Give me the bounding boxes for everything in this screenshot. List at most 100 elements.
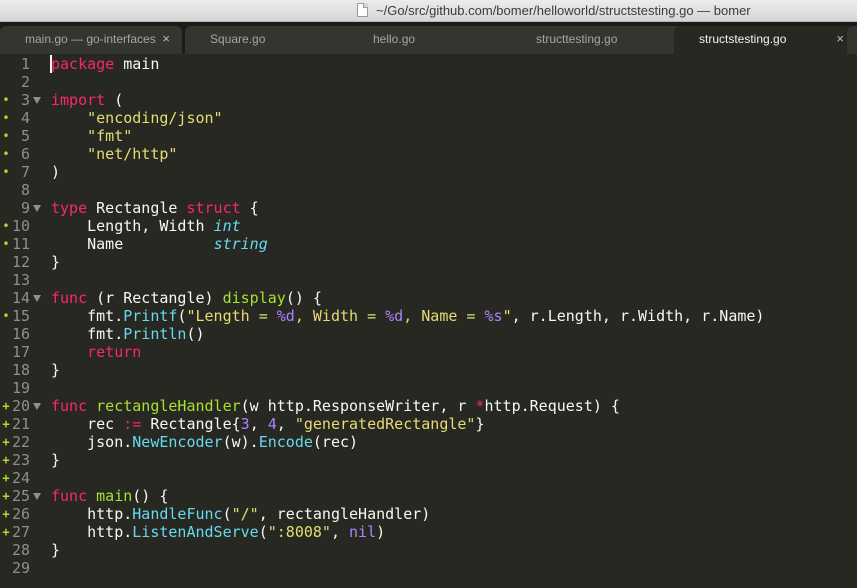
tab-label: main.go — go-interfaces xyxy=(25,32,156,46)
code-editor[interactable]: 1 package main 2 • 3 import (• 4 "encoding/jso… xyxy=(0,54,857,588)
code-text: } xyxy=(51,361,61,379)
line-number: 19 xyxy=(11,379,30,397)
line-number: 15 xyxy=(11,307,30,325)
tab-label: structstesting.go xyxy=(699,32,787,46)
tab-label: Square.go xyxy=(210,32,266,46)
tab-structtesting-go[interactable]: structtesting.go × xyxy=(511,26,693,54)
code-text: "fmt" xyxy=(87,127,133,145)
tab-label: structtesting.go xyxy=(536,32,618,46)
line-number: 18 xyxy=(11,361,30,379)
line-number: 28 xyxy=(11,541,30,559)
window-title: ~/Go/src/github.com/bomer/helloworld/str… xyxy=(376,3,751,18)
code-text: http.ListenAndServe(":8008", nil) xyxy=(51,523,386,541)
tab-close-icon[interactable]: × xyxy=(836,26,844,52)
tab-structstesting-go[interactable]: structstesting.go × xyxy=(674,26,856,54)
line-number: 23 xyxy=(11,451,30,469)
line-number: 12 xyxy=(11,253,30,271)
code-line[interactable]: +26 http.HandleFunc("/", rectangleHandle… xyxy=(0,505,857,523)
code-line[interactable]: 19 xyxy=(0,379,857,397)
fold-arrow-icon[interactable] xyxy=(33,403,41,410)
code-text: Name string xyxy=(51,235,268,253)
line-number: 20 xyxy=(11,397,30,415)
line-number: 27 xyxy=(11,523,30,541)
tab-hello-go[interactable]: hello.go × xyxy=(348,26,530,54)
code-line[interactable]: • 11 Name string xyxy=(0,235,857,253)
code-line[interactable]: 13 xyxy=(0,271,857,289)
code-line[interactable]: 8 xyxy=(0,181,857,199)
code-line[interactable]: • 7) xyxy=(0,163,857,181)
line-number: 7 xyxy=(20,163,30,181)
code-line[interactable]: 12} xyxy=(0,253,857,271)
code-line[interactable]: +27 http.ListenAndServe(":8008", nil) xyxy=(0,523,857,541)
code-line[interactable]: • 3 import ( xyxy=(0,91,857,109)
code-line[interactable]: • 10 Length, Width int xyxy=(0,217,857,235)
line-number: 24 xyxy=(11,469,30,487)
line-number: 16 xyxy=(11,325,30,343)
code-line[interactable]: 9 type Rectangle struct { xyxy=(0,199,857,217)
text-cursor xyxy=(50,55,52,73)
code-line[interactable]: 17 return xyxy=(0,343,857,361)
line-number: 3 xyxy=(20,91,30,109)
line-number: 4 xyxy=(20,109,30,127)
fold-arrow-icon[interactable] xyxy=(33,97,41,104)
code-line[interactable]: 2 xyxy=(0,73,857,91)
code-text: fmt.Printf("Length = %d, Width = %d, Nam… xyxy=(51,307,765,325)
code-line[interactable]: • 4 "encoding/json" xyxy=(0,109,857,127)
code-line[interactable]: +20 func rectangleHandler(w http.Response… xyxy=(0,397,857,415)
code-line[interactable]: • 6 "net/http" xyxy=(0,145,857,163)
code-line[interactable]: 18} xyxy=(0,361,857,379)
code-text: ) xyxy=(51,163,61,181)
tab-main-go[interactable]: main.go — go-interfaces × xyxy=(0,26,182,54)
line-number: 14 xyxy=(11,289,30,307)
code-text: func main() { xyxy=(51,487,169,505)
code-line[interactable]: 29 xyxy=(0,559,857,577)
line-number: 26 xyxy=(11,505,30,523)
line-number: 11 xyxy=(11,235,30,253)
code-line[interactable]: +22 json.NewEncoder(w).Encode(rec) xyxy=(0,433,857,451)
line-number: 13 xyxy=(11,271,30,289)
fold-arrow-icon[interactable] xyxy=(33,493,41,500)
code-line[interactable]: +24 xyxy=(0,469,857,487)
code-line[interactable]: +25 func main() { xyxy=(0,487,857,505)
code-line[interactable]: +21 rec := Rectangle{3, 4, "generatedRec… xyxy=(0,415,857,433)
fold-arrow-icon[interactable] xyxy=(33,205,41,212)
line-number: 1 xyxy=(20,55,30,73)
code-text: import ( xyxy=(51,91,124,109)
line-number: 17 xyxy=(11,343,30,361)
line-number: 6 xyxy=(20,145,30,163)
tab-square-go[interactable]: Square.go × xyxy=(185,26,367,54)
line-number: 29 xyxy=(11,559,30,577)
line-number: 9 xyxy=(20,199,30,217)
code-text: "net/http" xyxy=(87,145,178,163)
code-line[interactable]: 14 func (r Rectangle) display() { xyxy=(0,289,857,307)
fold-arrow-icon[interactable] xyxy=(33,295,41,302)
line-number: 10 xyxy=(11,217,30,235)
line-number: 8 xyxy=(20,181,30,199)
line-number: 5 xyxy=(20,127,30,145)
code-line[interactable]: • 15 fmt.Printf("Length = %d, Width = %d,… xyxy=(0,307,857,325)
tab-bar: main.go — go-interfaces × Square.go × he… xyxy=(0,22,857,54)
code-text: } xyxy=(51,451,61,469)
tab-overflow-edge xyxy=(847,26,857,54)
code-text: Length, Width int xyxy=(51,217,241,235)
line-number: 25 xyxy=(11,487,30,505)
tab-close-icon[interactable]: × xyxy=(162,26,170,52)
code-text: type Rectangle struct { xyxy=(51,199,259,217)
code-text: json.NewEncoder(w).Encode(rec) xyxy=(51,433,359,451)
code-text: package main xyxy=(51,55,160,73)
code-text: http.HandleFunc("/", rectangleHandler) xyxy=(51,505,431,523)
code-text: return xyxy=(87,343,142,361)
code-line[interactable]: +23} xyxy=(0,451,857,469)
code-line[interactable]: • 5 "fmt" xyxy=(0,127,857,145)
document-icon xyxy=(357,3,368,17)
code-line[interactable]: 28} xyxy=(0,541,857,559)
code-line[interactable]: 16 fmt.Println() xyxy=(0,325,857,343)
code-text: func (r Rectangle) display() { xyxy=(51,289,322,307)
window-titlebar: ~/Go/src/github.com/bomer/helloworld/str… xyxy=(0,0,857,22)
code-text: } xyxy=(51,541,61,559)
line-number: 21 xyxy=(11,415,30,433)
tab-label: hello.go xyxy=(373,32,416,46)
code-line[interactable]: 1 package main xyxy=(0,55,857,73)
code-text: "encoding/json" xyxy=(87,109,223,127)
line-number: 2 xyxy=(20,73,30,91)
